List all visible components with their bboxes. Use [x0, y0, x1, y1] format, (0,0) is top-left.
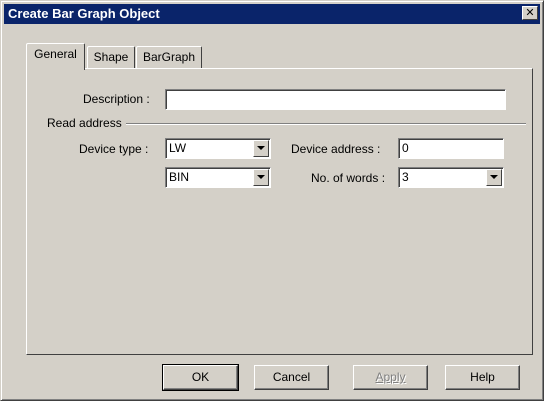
apply-button[interactable]: Apply: [353, 365, 428, 390]
tab-bargraph[interactable]: BarGraph: [136, 46, 202, 68]
window-title: Create Bar Graph Object: [8, 6, 160, 21]
general-tab-panel: Description : Read address Device type :…: [26, 68, 533, 355]
device-type-value: LW: [169, 141, 187, 155]
cancel-button[interactable]: Cancel: [254, 365, 329, 390]
ok-button[interactable]: OK: [162, 364, 239, 391]
device-address-field[interactable]: 0: [398, 138, 504, 159]
description-field[interactable]: [165, 89, 506, 110]
tab-general[interactable]: General: [26, 43, 85, 70]
read-address-group-label: Read address: [47, 116, 122, 130]
help-button[interactable]: Help: [445, 365, 520, 390]
data-format-select[interactable]: BIN: [165, 167, 271, 188]
close-icon: ✕: [525, 7, 535, 19]
words-value: 3: [402, 170, 409, 184]
description-label: Description :: [83, 92, 150, 106]
group-divider: [126, 123, 526, 125]
device-address-label: Device address :: [291, 142, 381, 156]
tab-shape[interactable]: Shape: [87, 46, 135, 68]
chevron-down-icon[interactable]: [486, 169, 502, 186]
tab-general-label: General: [34, 47, 77, 61]
chevron-down-icon[interactable]: [253, 140, 269, 157]
words-label: No. of words :: [311, 171, 386, 185]
title-bar[interactable]: Create Bar Graph Object ✕: [4, 4, 540, 24]
tab-shape-label: Shape: [93, 50, 129, 64]
words-select[interactable]: 3: [398, 167, 504, 188]
device-type-label: Device type :: [79, 142, 149, 156]
device-type-select[interactable]: LW: [165, 138, 271, 159]
tab-bargraph-label: BarGraph: [142, 50, 196, 64]
data-format-value: BIN: [169, 170, 190, 184]
chevron-down-icon[interactable]: [253, 169, 269, 186]
create-bar-graph-dialog: Create Bar Graph Object ✕ General Shape …: [0, 0, 544, 401]
close-button[interactable]: ✕: [522, 6, 538, 20]
